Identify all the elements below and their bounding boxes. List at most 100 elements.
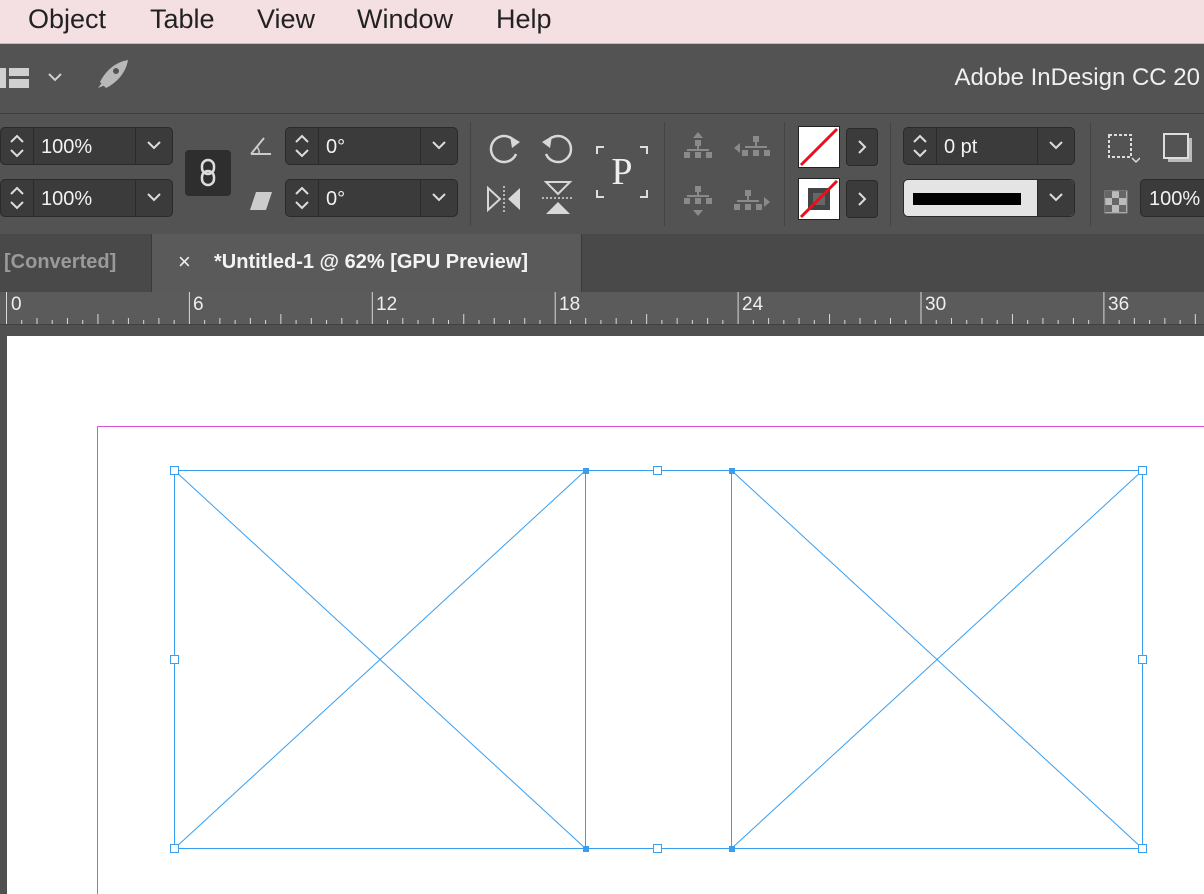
selection-handle[interactable] (1138, 844, 1147, 853)
scale-x-stepper[interactable] (1, 128, 34, 164)
rotate-clockwise-icon[interactable] (486, 130, 522, 166)
up-down-arrows-icon (913, 134, 927, 158)
close-icon[interactable]: × (178, 249, 191, 275)
application-bar: Adobe InDesign CC 20 (0, 44, 1204, 114)
fill-swatch[interactable] (798, 126, 840, 168)
frame-corner-point (729, 468, 735, 474)
rotation-stepper[interactable] (286, 128, 319, 164)
up-down-arrows-icon (295, 134, 309, 158)
ruler-label: 36 (1108, 294, 1130, 315)
menu-help[interactable]: Help (496, 4, 552, 35)
workspace-switcher-button[interactable] (0, 66, 70, 92)
flip-horizontal-icon[interactable] (486, 184, 522, 214)
ruler-ticks (6, 292, 1196, 324)
chevron-right-icon (858, 140, 867, 154)
rotation-dropdown[interactable] (420, 128, 457, 164)
document-tab-bar: [Converted] × *Untitled-1 @ 62% [GPU Pre… (0, 234, 1204, 293)
document-page[interactable] (7, 336, 1204, 894)
constrain-proportions-button[interactable] (185, 150, 231, 196)
select-container-icon[interactable] (682, 130, 714, 164)
fill-menu-button[interactable] (846, 128, 878, 166)
scale-x-value[interactable]: 100% (41, 136, 92, 159)
ruler-label: 24 (742, 294, 764, 315)
frame-corner-point (729, 846, 735, 852)
stroke-weight-stepper[interactable] (904, 128, 937, 164)
select-content-icon[interactable] (682, 184, 714, 218)
flip-vertical-icon[interactable] (540, 180, 576, 216)
stroke-menu-button[interactable] (846, 180, 878, 218)
selection-handle[interactable] (170, 466, 179, 475)
frame-corner-point (583, 468, 589, 474)
selection-handle[interactable] (1138, 466, 1147, 475)
scale-y-stepper[interactable] (1, 180, 34, 216)
text-frame-icon[interactable]: P (594, 144, 650, 200)
scale-y-field[interactable]: 100% (0, 179, 173, 217)
shear-stepper[interactable] (286, 180, 319, 216)
menu-object[interactable]: Object (28, 4, 106, 35)
select-previous-object-icon[interactable] (732, 134, 772, 162)
selection-handle[interactable] (653, 466, 662, 475)
chevron-down-icon (147, 141, 161, 150)
publish-online-button[interactable] (94, 58, 130, 94)
opacity-checker-icon (1104, 190, 1128, 214)
graphic-frame-left[interactable] (174, 470, 586, 849)
shear-value[interactable]: 0° (326, 188, 345, 211)
menu-view[interactable]: View (257, 4, 315, 35)
scale-y-value[interactable]: 100% (41, 188, 92, 211)
stroke-weight-value[interactable]: 0 pt (944, 136, 977, 159)
chevron-down-icon (1049, 141, 1063, 150)
stroke-type-select[interactable] (903, 179, 1075, 217)
separator (890, 122, 891, 226)
stroke-weight-field[interactable]: 0 pt (903, 127, 1075, 165)
ruler-label: 12 (376, 294, 398, 315)
select-next-object-icon[interactable] (732, 188, 772, 216)
selection-handle[interactable] (170, 844, 179, 853)
selection-handle[interactable] (1138, 655, 1147, 664)
shear-angle-field[interactable]: 0° (285, 179, 458, 217)
chevron-down-icon (1049, 193, 1063, 202)
horizontal-ruler[interactable]: 0 6 12 18 24 30 36 (0, 292, 1204, 325)
menu-window[interactable]: Window (357, 4, 453, 35)
chevron-down-icon (432, 193, 446, 202)
tab-untitled-1[interactable]: × *Untitled-1 @ 62% [GPU Preview] (151, 234, 582, 292)
chain-link-icon (200, 158, 216, 187)
drop-shadow-icon[interactable] (1162, 132, 1194, 164)
menu-table[interactable]: Table (150, 4, 215, 35)
opacity-field[interactable]: 100% (1140, 179, 1204, 217)
shear-icon (250, 192, 272, 210)
selection-handle[interactable] (653, 844, 662, 853)
selection-handle[interactable] (170, 655, 179, 664)
graphic-frame-right[interactable] (731, 470, 1143, 849)
stroke-weight-dropdown[interactable] (1037, 128, 1074, 164)
ruler-label: 0 (11, 294, 22, 315)
control-panel: 100% 100% 0° 0° P 0 pt 100% (0, 114, 1204, 234)
stroke-type-dropdown[interactable] (1037, 180, 1074, 216)
stroke-swatch[interactable] (798, 178, 840, 220)
frame-corner-point (583, 846, 589, 852)
scale-x-field[interactable]: 100% (0, 127, 173, 165)
app-title: Adobe InDesign CC 20 (954, 64, 1200, 91)
rotation-angle-field[interactable]: 0° (285, 127, 458, 165)
ruler-label: 18 (559, 294, 581, 315)
layout-grid-icon (0, 68, 62, 88)
frame-fitting-icon[interactable] (1106, 132, 1140, 164)
angle-icon (250, 137, 271, 155)
shear-dropdown[interactable] (420, 180, 457, 216)
page-canvas (97, 426, 1204, 894)
tab-label: [Converted] (4, 251, 117, 273)
none-stroke-swatch-icon (799, 179, 839, 219)
rotation-value[interactable]: 0° (326, 136, 345, 159)
tab-label: *Untitled-1 @ 62% [GPU Preview] (214, 251, 529, 273)
none-swatch-icon (799, 127, 839, 167)
ruler-label: 6 (193, 294, 204, 315)
up-down-arrows-icon (295, 186, 309, 210)
menu-bar: Object Table View Window Help (0, 0, 1204, 44)
tab-converted[interactable]: [Converted] (0, 234, 150, 292)
scale-y-dropdown[interactable] (135, 180, 172, 216)
scale-x-dropdown[interactable] (135, 128, 172, 164)
up-down-arrows-icon (10, 134, 24, 158)
opacity-value[interactable]: 100% (1149, 188, 1200, 211)
separator (664, 122, 665, 226)
rotate-counterclockwise-icon[interactable] (540, 130, 576, 166)
ruler-label: 30 (925, 294, 947, 315)
